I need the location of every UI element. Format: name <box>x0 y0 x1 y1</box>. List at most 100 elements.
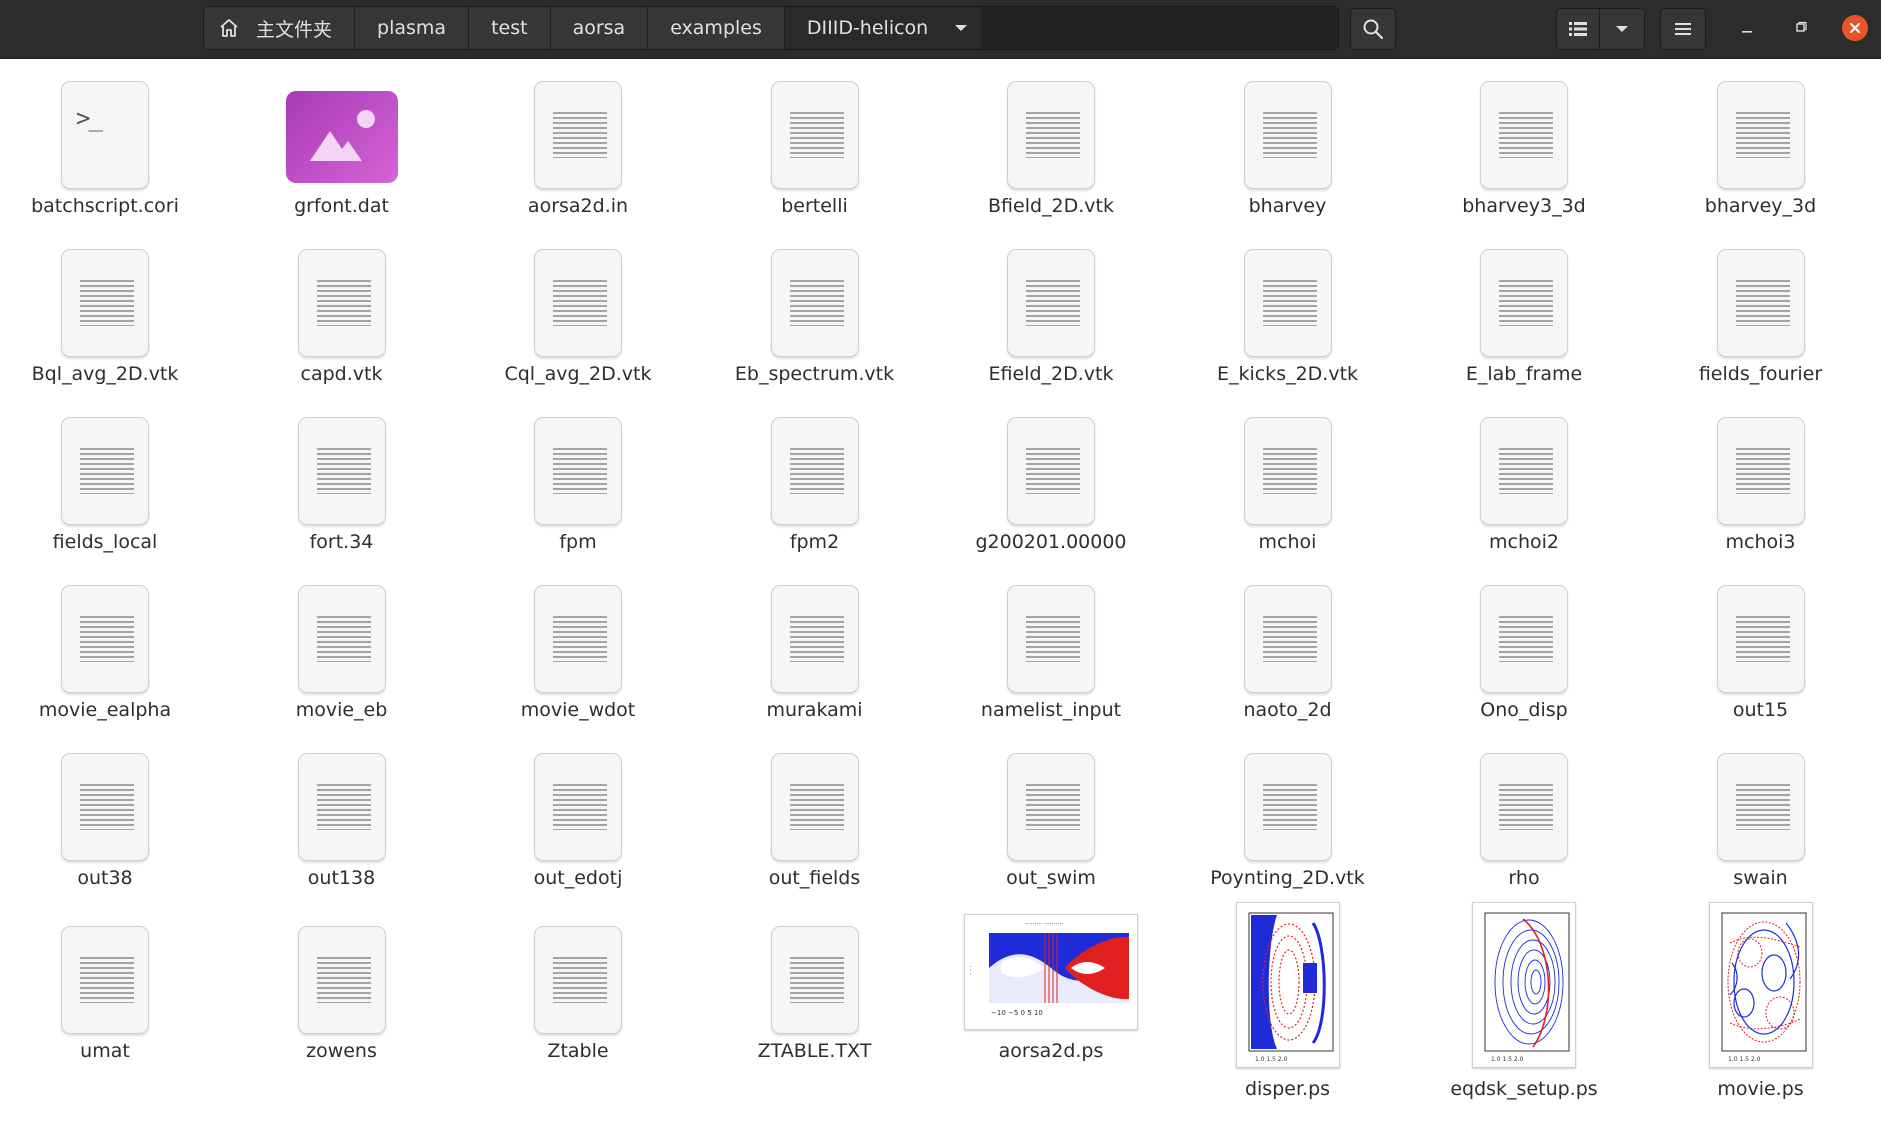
file-name-label: fields_fourier <box>1698 363 1823 385</box>
file-item[interactable]: capd.vtk <box>224 232 460 392</box>
close-button[interactable] <box>1842 15 1868 41</box>
file-icon-container <box>933 568 1169 693</box>
file-name-label: out_swim <box>1006 867 1096 889</box>
file-item[interactable]: movie_wdot <box>460 568 696 728</box>
search-button[interactable] <box>1350 8 1396 50</box>
file-item[interactable]: fields_local <box>0 400 223 560</box>
file-item[interactable]: mchoi2 <box>1406 400 1642 560</box>
file-icon-container: 1.0 1.5 2.0 <box>1170 902 1406 1072</box>
file-name-label: ZTABLE.TXT <box>757 1040 872 1062</box>
file-item[interactable]: mchoi3 <box>1643 400 1879 560</box>
file-item[interactable]: fpm2 <box>697 400 933 560</box>
svg-text:−10 −5 0 5 10: −10 −5 0 5 10 <box>991 1009 1043 1017</box>
minimize-button[interactable] <box>1734 15 1760 41</box>
path-segment-aorsa[interactable]: aorsa <box>550 7 649 49</box>
file-icon-container <box>1406 64 1642 189</box>
file-item[interactable]: ZTABLE.TXT <box>697 902 933 1062</box>
file-item[interactable]: Poynting_2D.vtk <box>1170 736 1406 896</box>
file-item[interactable]: naoto_2d <box>1170 568 1406 728</box>
file-name-label: out138 <box>307 867 376 889</box>
main-menu-button[interactable] <box>1660 8 1706 50</box>
file-item[interactable]: movie_ealpha <box>0 568 223 728</box>
path-home-button[interactable]: 主文件夹 <box>204 7 356 49</box>
file-item[interactable]: 1.0 1.5 2.0 disper.ps <box>1170 902 1406 1100</box>
text-file-icon <box>61 926 149 1034</box>
chevron-down-icon[interactable] <box>954 23 968 33</box>
text-file-icon <box>297 585 386 693</box>
file-item[interactable]: fields_fourier <box>1643 232 1879 392</box>
file-item[interactable]: >_ batchscript.cori <box>0 64 223 224</box>
text-file-icon <box>1480 249 1568 357</box>
file-icon-container <box>1643 568 1879 693</box>
svg-text:1.0 1.5 2.0: 1.0 1.5 2.0 <box>1728 1056 1761 1063</box>
view-toggle-button[interactable] <box>1556 8 1600 50</box>
text-file-icon <box>61 753 149 861</box>
file-item[interactable]: bharvey <box>1170 64 1406 224</box>
file-item[interactable]: E_kicks_2D.vtk <box>1170 232 1406 392</box>
text-file-icon <box>1007 81 1095 189</box>
close-icon <box>1842 15 1868 41</box>
text-file-icon <box>1243 417 1332 525</box>
file-item[interactable]: Ztable <box>460 902 696 1062</box>
file-item[interactable]: out38 <box>0 736 223 896</box>
file-item[interactable]: Cql_avg_2D.vtk <box>460 232 696 392</box>
file-icon-container <box>0 232 223 357</box>
file-name-label: mchoi2 <box>1489 531 1559 553</box>
path-segment-test[interactable]: test <box>469 7 551 49</box>
file-icon-container <box>933 64 1169 189</box>
file-item[interactable]: out138 <box>224 736 460 896</box>
file-name-label: Cql_avg_2D.vtk <box>504 363 652 385</box>
postscript-thumbnail-icon: 1.0 1.5 2.0 <box>1472 902 1576 1068</box>
text-file-icon <box>61 585 149 693</box>
file-icon-container <box>1170 232 1406 357</box>
file-item[interactable]: out_edotj <box>460 736 696 896</box>
file-item[interactable]: bharvey_3d <box>1643 64 1879 224</box>
file-item[interactable]: umat <box>0 902 223 1062</box>
file-item[interactable]: g200201.00000 <box>933 400 1169 560</box>
file-item[interactable]: bharvey3_3d <box>1406 64 1642 224</box>
file-item[interactable]: 1.0 1.5 2.0 movie.ps <box>1643 902 1879 1100</box>
file-icon-container <box>1406 400 1642 525</box>
file-item[interactable]: namelist_input <box>933 568 1169 728</box>
file-item[interactable]: out15 <box>1643 568 1879 728</box>
file-item[interactable]: out_fields <box>697 736 933 896</box>
file-icon-container <box>460 568 696 693</box>
file-item[interactable]: fort.34 <box>224 400 460 560</box>
file-item[interactable]: E_lab_frame <box>1406 232 1642 392</box>
file-item[interactable]: ········· ·········· · · · −10 −5 0 5 10… <box>933 902 1169 1062</box>
text-file-icon <box>1716 81 1805 189</box>
file-item[interactable]: Efield_2D.vtk <box>933 232 1169 392</box>
path-segment-examples[interactable]: examples <box>648 7 785 49</box>
text-file-icon <box>61 249 149 357</box>
text-file-icon <box>61 417 149 525</box>
file-item[interactable]: movie_eb <box>224 568 460 728</box>
file-item[interactable]: Bql_avg_2D.vtk <box>0 232 223 392</box>
file-item[interactable]: Ono_disp <box>1406 568 1642 728</box>
file-item[interactable]: aorsa2d.in <box>460 64 696 224</box>
file-name-label: fpm <box>559 531 597 553</box>
file-item[interactable]: out_swim <box>933 736 1169 896</box>
maximize-button[interactable] <box>1788 15 1814 41</box>
text-file-icon <box>534 753 622 861</box>
file-item[interactable]: bertelli <box>697 64 933 224</box>
file-icon-container <box>224 568 460 693</box>
text-file-icon <box>770 753 859 861</box>
file-item[interactable]: swain <box>1643 736 1879 896</box>
file-item[interactable]: rho <box>1406 736 1642 896</box>
view-options-button[interactable] <box>1599 8 1645 50</box>
file-item[interactable]: fpm <box>460 400 696 560</box>
file-name-label: movie_eb <box>295 699 388 721</box>
file-item[interactable]: grfont.dat <box>224 64 460 224</box>
image-file-icon <box>285 91 398 183</box>
file-item[interactable]: Eb_spectrum.vtk <box>697 232 933 392</box>
text-file-icon <box>534 81 622 189</box>
file-item[interactable]: murakami <box>697 568 933 728</box>
file-item[interactable]: zowens <box>224 902 460 1062</box>
file-item[interactable]: 1.0 1.5 2.0 eqdsk_setup.ps <box>1406 902 1642 1100</box>
text-file-icon <box>297 753 386 861</box>
file-item[interactable]: mchoi <box>1170 400 1406 560</box>
path-segment-current[interactable]: DIIID-helicon <box>784 7 984 49</box>
file-item[interactable]: Bfield_2D.vtk <box>933 64 1169 224</box>
file-icon-container <box>1170 736 1406 861</box>
path-segment-plasma[interactable]: plasma <box>355 7 470 49</box>
